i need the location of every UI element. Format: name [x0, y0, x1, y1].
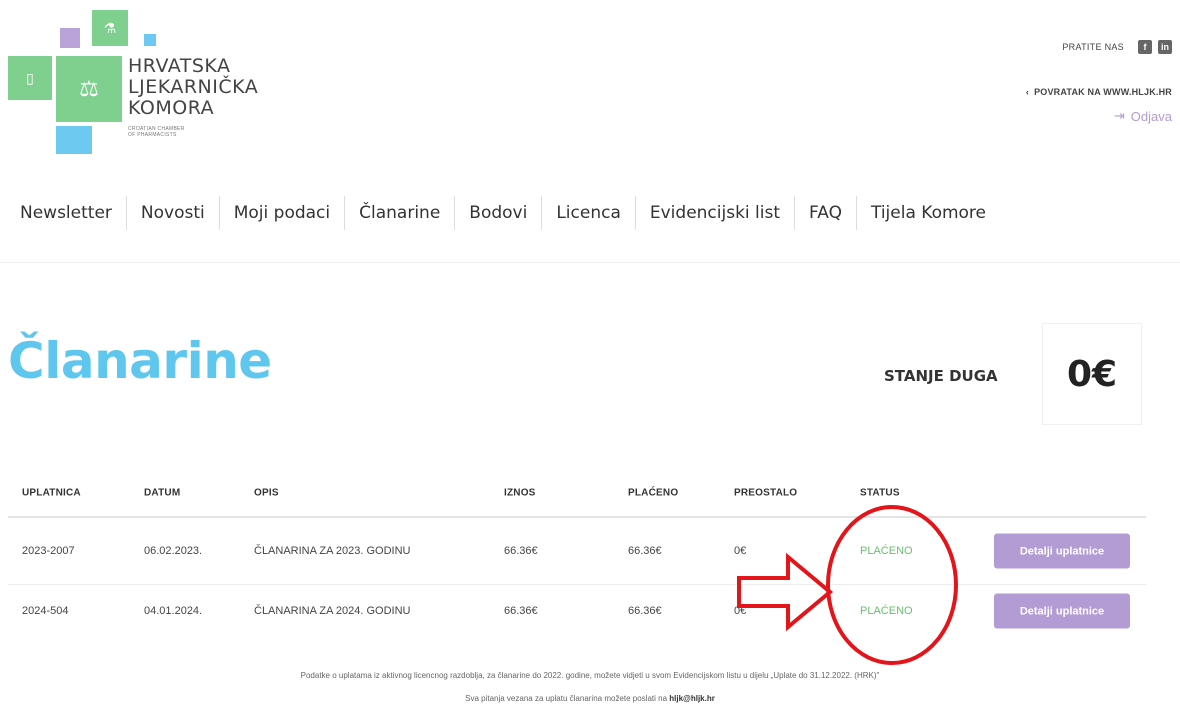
facebook-icon[interactable]: f	[1138, 40, 1152, 54]
footer-email-link[interactable]: hljk@hljk.hr	[669, 694, 715, 703]
nav-item-faq[interactable]: FAQ	[794, 196, 856, 230]
follow-us: PRATITE NAS f in	[1062, 40, 1172, 54]
logo-subtitle: CROATIAN CHAMBER OF PHARMACISTS	[128, 126, 188, 138]
header-iznos: IZNOS	[504, 487, 536, 499]
cell-preostalo: 0€	[734, 545, 747, 557]
nav-divider	[0, 262, 1180, 263]
logout-link[interactable]: ⇥ Odjava	[1114, 108, 1172, 124]
logo-line-2: LJEKARNIČKA	[128, 76, 259, 98]
cell-datum: 06.02.2023.	[144, 545, 203, 557]
document-icon: ▯	[26, 69, 34, 86]
nav-item-licenca[interactable]: Licenca	[541, 196, 635, 230]
logo-square-green-top: ⚗	[92, 10, 128, 46]
status-badge: PLAĆENO	[860, 605, 913, 617]
footer-note: Podatke o uplatama iz aktivnog licencnog…	[300, 671, 880, 680]
follow-label: PRATITE NAS	[1062, 42, 1124, 52]
header-datum: DATUM	[144, 487, 181, 499]
cell-placeno: 66.36€	[628, 605, 662, 617]
logo-square-green-left: ▯	[8, 56, 52, 100]
payment-details-button[interactable]: Detalji uplatnice	[994, 593, 1130, 629]
linkedin-icon[interactable]: in	[1158, 40, 1172, 54]
nav-item-evidencijski-list[interactable]: Evidencijski list	[634, 196, 794, 230]
back-to-site-link[interactable]: ‹ POVRATAK NA WWW.HLJK.HR	[1026, 87, 1172, 97]
header-uplatnica: UPLATNICA	[22, 487, 81, 499]
cell-uplatnica: 2024-504	[22, 605, 69, 617]
page-title: Članarine	[8, 332, 272, 390]
payments-table: UPLATNICA DATUM OPIS IZNOS PLAĆENO PREOS…	[8, 470, 1146, 637]
main-nav: Newsletter Novosti Moji podaci Članarine…	[10, 196, 1000, 230]
logout-icon: ⇥	[1113, 108, 1125, 123]
header-preostalo: PREOSTALO	[734, 487, 798, 499]
payment-details-button[interactable]: Detalji uplatnice	[994, 533, 1130, 569]
table-header: UPLATNICA DATUM OPIS IZNOS PLAĆENO PREOS…	[8, 470, 1146, 518]
nav-item-novosti[interactable]: Novosti	[125, 196, 219, 230]
mortar-icon: ⚗	[103, 19, 117, 36]
cell-opis: ČLANARINA ZA 2023. GODINU	[254, 545, 411, 557]
logo-square-blue-bottom	[56, 126, 92, 154]
status-badge: PLAĆENO	[860, 545, 913, 557]
cell-iznos: 66.36€	[504, 545, 538, 557]
header-placeno: PLAĆENO	[628, 487, 679, 499]
logo-line-1: HRVATSKA	[128, 55, 231, 77]
chevron-left-icon: ‹	[1025, 87, 1030, 97]
logo-square-green-main: ⚖	[56, 56, 122, 122]
logo-sub-line-2: OF PHARMACISTS	[128, 132, 177, 138]
logout-label: Odjava	[1130, 108, 1172, 124]
nav-item-tijela-komore[interactable]: Tijela Komore	[855, 196, 1000, 230]
nav-item-clanarine[interactable]: Članarine	[344, 196, 454, 230]
table-row: 2024-504 04.01.2024. ČLANARINA ZA 2024. …	[8, 585, 1146, 637]
cell-placeno: 66.36€	[628, 545, 662, 557]
nav-item-bodovi[interactable]: Bodovi	[454, 196, 541, 230]
cell-iznos: 66.36€	[504, 605, 538, 617]
back-link-label: POVRATAK NA WWW.HLJK.HR	[1034, 87, 1172, 97]
cell-uplatnica: 2023-2007	[22, 545, 75, 557]
logo-square-blue-small	[144, 34, 156, 46]
table-row: 2023-2007 06.02.2023. ČLANARINA ZA 2023.…	[8, 518, 1146, 585]
header-opis: OPIS	[254, 487, 279, 499]
cell-preostalo: 0€	[734, 605, 747, 617]
debt-label: STANJE DUGA	[884, 367, 998, 385]
logo-square-purple-small	[60, 28, 80, 48]
hljk-logo[interactable]: ⚗ ▯ ⚖ HRVATSKA LJEKARNIČKA KOMORA CROATI…	[0, 0, 300, 160]
footer-contact: Sva pitanja vezana za uplatu članarina m…	[0, 694, 1180, 703]
header-status: STATUS	[860, 487, 900, 499]
nav-item-newsletter[interactable]: Newsletter	[10, 196, 126, 230]
cell-opis: ČLANARINA ZA 2024. GODINU	[254, 605, 411, 617]
logo-name: HRVATSKA LJEKARNIČKA KOMORA	[128, 56, 258, 119]
logo-line-3: KOMORA	[128, 97, 215, 119]
footer-contact-text: Sva pitanja vezana za uplatu članarina m…	[465, 694, 670, 703]
scales-icon: ⚖	[79, 76, 99, 101]
debt-value: 0€	[1042, 323, 1142, 425]
cell-datum: 04.01.2024.	[144, 605, 203, 617]
nav-item-moji-podaci[interactable]: Moji podaci	[218, 196, 344, 230]
